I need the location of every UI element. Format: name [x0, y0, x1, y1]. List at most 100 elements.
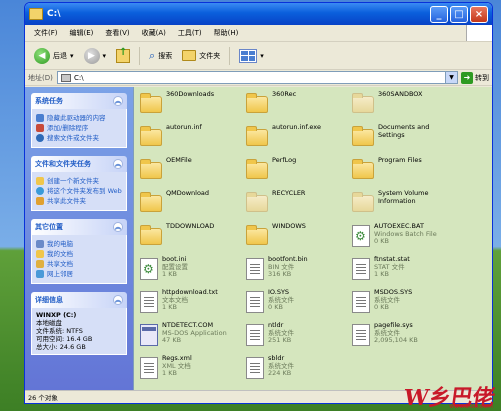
- folder-icon: [246, 126, 268, 146]
- file-item[interactable]: sbldr 系统文件 224 KB: [246, 354, 352, 385]
- other-places-header[interactable]: 其它位置 ︽: [31, 219, 127, 235]
- minimize-button[interactable]: _: [430, 5, 448, 23]
- file-item[interactable]: QMDownload: [140, 189, 246, 220]
- address-input[interactable]: C:\ ▼: [57, 71, 458, 84]
- close-button[interactable]: ×: [470, 5, 488, 23]
- folder-icon: [246, 159, 268, 179]
- toolbar-separator: [229, 46, 231, 65]
- file-item[interactable]: 360Downloads: [140, 90, 246, 121]
- menu-help[interactable]: 帮助(H): [209, 27, 244, 39]
- file-name: WINDOWS: [272, 222, 306, 230]
- task-label: 创建一个新文件夹: [47, 177, 99, 185]
- file-item[interactable]: httpdownload.txt 文本文档 1 KB: [140, 288, 246, 319]
- file-item[interactable]: WINDOWS: [246, 222, 352, 253]
- system-tasks-header[interactable]: 系统任务 ︽: [31, 93, 127, 109]
- file-size: 316 KB: [268, 270, 292, 278]
- document-icon: [352, 324, 370, 346]
- file-item[interactable]: OEMFile: [140, 156, 246, 187]
- details-header[interactable]: 详细信息 ︽: [31, 292, 127, 308]
- back-button[interactable]: ◀ 后退 ▾: [31, 46, 77, 66]
- search-button[interactable]: ⌕ 搜索: [146, 47, 175, 65]
- detail-filesystem: 文件系统: NTFS: [36, 327, 83, 335]
- file-name: 360Downloads: [166, 90, 215, 98]
- file-item[interactable]: 360Rec: [246, 90, 352, 121]
- file-item[interactable]: PerfLog: [246, 156, 352, 187]
- file-tasks-header[interactable]: 文件和文件夹任务 ︽: [31, 156, 127, 172]
- file-size: 1 KB: [162, 369, 177, 377]
- collapse-icon[interactable]: ︽: [113, 222, 123, 232]
- document-icon: [246, 258, 264, 280]
- menu-view[interactable]: 查看(V): [100, 27, 134, 39]
- menu-tools[interactable]: 工具(T): [173, 27, 207, 39]
- file-item[interactable]: System Volume Information: [352, 189, 458, 220]
- file-size: 47 KB: [162, 336, 182, 344]
- file-item[interactable]: bootfont.bin BIN 文件 316 KB: [246, 255, 352, 286]
- place-my-computer[interactable]: 我的电脑: [36, 240, 122, 248]
- menu-edit[interactable]: 编辑(E): [65, 27, 99, 39]
- go-button[interactable]: ➜ 转到: [461, 71, 489, 84]
- address-label: 地址(D): [28, 73, 53, 82]
- file-item[interactable]: 360SANDBOX: [352, 90, 458, 121]
- chevron-down-icon[interactable]: ▼: [445, 72, 457, 83]
- hidden-folder-icon: [352, 192, 374, 212]
- file-item[interactable]: TDDOWNLOAD: [140, 222, 246, 253]
- detail-free-space: 可用空间: 16.4 GB: [36, 335, 93, 343]
- task-add-remove[interactable]: 添加/删除程序: [36, 124, 122, 132]
- add-remove-icon: [36, 124, 44, 132]
- menu-favorites[interactable]: 收藏(A): [137, 27, 171, 39]
- views-button[interactable]: ▾: [236, 47, 267, 65]
- file-item[interactable]: ftnstat.stat STAT 文件 1 KB: [352, 255, 458, 286]
- file-item[interactable]: Regs.xml XML 文档 1 KB: [140, 354, 246, 385]
- file-item[interactable]: boot.ini配置设置1 KB: [140, 255, 246, 286]
- up-button[interactable]: [113, 47, 133, 65]
- title-bar[interactable]: C:\ _ □ ×: [25, 3, 492, 25]
- task-share[interactable]: 共享此文件夹: [36, 197, 122, 205]
- folder-icon: [140, 225, 162, 245]
- file-item[interactable]: pagefile.sys 系统文件 2,095,104 KB: [352, 321, 458, 352]
- file-size: 1 KB: [162, 303, 177, 311]
- file-item[interactable]: autorun.inf.exe: [246, 123, 352, 154]
- folder-icon: [29, 8, 43, 20]
- toolbar: ◀ 后退 ▾ ▶ ▾ ⌕ 搜索 文件夹 ▾: [25, 42, 492, 70]
- file-item[interactable]: RECYCLER: [246, 189, 352, 220]
- hidden-folder-icon: [246, 192, 268, 212]
- task-pane: 系统任务 ︽ 隐藏此驱动器的内容 添加/删除程序 搜索文件或文件夹 文件和文件夹…: [25, 87, 133, 390]
- globe-icon: [36, 187, 44, 195]
- other-places-panel: 其它位置 ︽ 我的电脑 我的文档 共享文档 网上邻居: [31, 219, 127, 284]
- task-search[interactable]: 搜索文件或文件夹: [36, 134, 122, 142]
- file-item[interactable]: IO.SYS 系统文件 0 KB: [246, 288, 352, 319]
- file-name: autorun.inf: [166, 123, 202, 131]
- search-icon: [36, 134, 44, 142]
- collapse-icon[interactable]: ︽: [113, 159, 123, 169]
- share-icon: [36, 197, 44, 205]
- file-size: 2,095,104 KB: [374, 336, 418, 344]
- file-item[interactable]: AUTOEXEC.BATWindows Batch File0 KB: [352, 222, 458, 253]
- file-name: 360SANDBOX: [378, 90, 423, 98]
- file-name: PerfLog: [272, 156, 297, 164]
- folders-button[interactable]: 文件夹: [179, 48, 223, 63]
- watermark-url: www.30in.com: [449, 403, 493, 410]
- go-arrow-icon: ➜: [461, 71, 473, 84]
- file-item[interactable]: MSDOS.SYS 系统文件 0 KB: [352, 288, 458, 319]
- file-type: Settings: [378, 130, 405, 139]
- forward-button[interactable]: ▶ ▾: [81, 46, 110, 66]
- file-item[interactable]: NTDETECT.COM MS-DOS Application 47 KB: [140, 321, 246, 352]
- maximize-button[interactable]: □: [450, 5, 468, 23]
- file-item[interactable]: Program Files: [352, 156, 458, 187]
- file-item[interactable]: autorun.inf: [140, 123, 246, 154]
- task-label: 隐藏此驱动器的内容: [47, 114, 106, 122]
- task-new-folder[interactable]: 创建一个新文件夹: [36, 177, 122, 185]
- place-shared-documents[interactable]: 共享文档: [36, 260, 122, 268]
- detail-total-size: 总大小: 24.6 GB: [36, 343, 86, 351]
- place-my-documents[interactable]: 我的文档: [36, 250, 122, 258]
- document-icon: [246, 324, 264, 346]
- collapse-icon[interactable]: ︽: [113, 96, 123, 106]
- collapse-icon[interactable]: ︽: [113, 295, 123, 305]
- file-item[interactable]: ntldr 系统文件 251 KB: [246, 321, 352, 352]
- menu-file[interactable]: 文件(F): [29, 27, 63, 39]
- documents-icon: [36, 250, 44, 258]
- task-publish-web[interactable]: 将这个文件夹发布到 Web: [36, 187, 122, 195]
- file-item[interactable]: Documents and Settings: [352, 123, 458, 154]
- task-hide-drive[interactable]: 隐藏此驱动器的内容: [36, 114, 122, 122]
- place-network[interactable]: 网上邻居: [36, 270, 122, 278]
